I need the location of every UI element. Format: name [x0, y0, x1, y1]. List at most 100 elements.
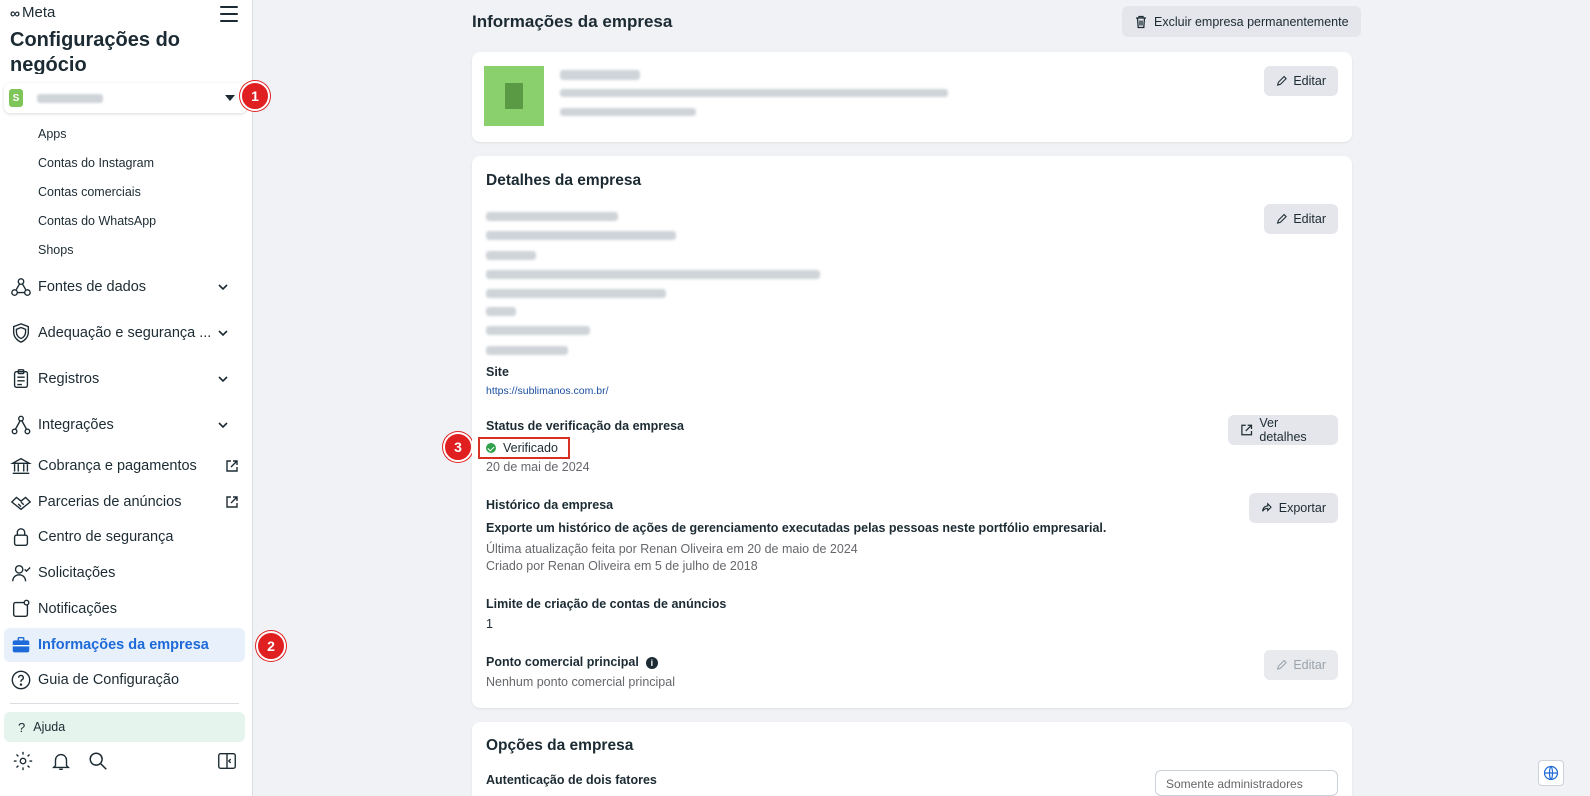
country-blurred	[486, 307, 516, 316]
sidebar-item-compliance[interactable]: Adequação e segurança ...	[4, 316, 245, 350]
options-section-title: Opções da empresa	[486, 737, 634, 754]
edit-business-point-button[interactable]: Editar	[1264, 650, 1338, 680]
sidebar-item-label: Solicitações	[38, 565, 116, 581]
sidebar-item-data-sources[interactable]: Fontes de dados	[4, 270, 245, 304]
annotation-badge-1: 1	[240, 81, 270, 111]
address-line2-blurred	[486, 289, 666, 298]
sidebar-subitem-whatsapp[interactable]: Contas do WhatsApp	[38, 214, 156, 228]
sidebar-subitem-instagram[interactable]: Contas do Instagram	[38, 156, 154, 170]
site-link[interactable]: https://sublimanos.com.br/	[486, 385, 609, 397]
site-label: Site	[486, 365, 509, 379]
address-line-blurred	[486, 270, 820, 279]
bank-icon	[10, 455, 32, 477]
help-icon: ?	[18, 719, 26, 735]
verification-date: 20 de mai de 2024	[486, 460, 590, 474]
sidebar-item-records[interactable]: Registros	[4, 362, 245, 396]
check-circle-icon	[486, 443, 496, 453]
legal-name-value-blurred	[486, 231, 676, 240]
sidebar-item-label: Notificações	[38, 601, 117, 617]
business-name-blurred	[37, 93, 103, 103]
sidebar-item-requests[interactable]: Solicitações	[4, 556, 245, 590]
phone-value-blurred	[486, 346, 568, 355]
two-factor-select[interactable]: Somente administradores	[1155, 770, 1338, 796]
main-business-point-text: Ponto comercial principal	[486, 655, 639, 669]
edit-label: Editar	[1293, 212, 1326, 226]
history-updated: Última atualização feita por Renan Olive…	[486, 542, 858, 556]
pencil-icon	[1276, 213, 1287, 224]
meta-logo[interactable]: ∞ Meta	[10, 4, 55, 21]
sidebar-item-security-center[interactable]: Centro de segurança	[4, 520, 245, 554]
sidebar-item-label: Fontes de dados	[38, 279, 147, 295]
export-button[interactable]: Exportar	[1249, 493, 1338, 523]
gear-icon[interactable]	[12, 750, 34, 772]
legal-name-label-blurred	[486, 212, 618, 221]
view-details-label: Ver detalhes	[1259, 416, 1307, 444]
sidebar-item-label: Guia de Configuração	[38, 672, 180, 688]
verification-status-badge: Verificado	[478, 437, 570, 459]
briefcase-icon	[10, 634, 32, 656]
chevron-down-icon	[218, 284, 228, 291]
business-details-card: Detalhes da empresa Editar Site https://…	[472, 156, 1352, 708]
sidebar-bottom-toolbar	[10, 750, 240, 774]
pencil-icon	[1276, 75, 1287, 86]
view-details-button[interactable]: Ver detalhes	[1228, 415, 1338, 445]
main-business-point-value: Nenhum ponto comercial principal	[486, 675, 675, 689]
panel-toggle-icon[interactable]	[216, 750, 238, 772]
verification-status-label: Status de verificação da empresa	[486, 419, 685, 433]
edit-label: Editar	[1293, 74, 1326, 88]
delete-business-button[interactable]: Excluir empresa permanentemente	[1122, 6, 1361, 37]
question-circle-icon	[10, 669, 32, 691]
history-label: Histórico da empresa	[486, 498, 614, 512]
caret-down-icon	[225, 95, 235, 101]
info-icon[interactable]: i	[645, 656, 658, 669]
sidebar-item-integrations[interactable]: Integrações	[4, 408, 245, 442]
delete-business-label: Excluir empresa permanentemente	[1154, 14, 1349, 29]
chevron-down-icon	[218, 422, 228, 429]
external-link-icon	[226, 460, 238, 472]
ad-account-limit-label: Limite de criação de contas de anúncios	[486, 597, 727, 611]
chevron-down-icon	[218, 330, 228, 337]
trash-icon	[1136, 15, 1146, 28]
sidebar-item-setup-guide[interactable]: Guia de Configuração	[4, 663, 245, 697]
sidebar-item-ad-partnerships[interactable]: Parcerias de anúncios	[4, 485, 245, 519]
pencil-icon	[1276, 659, 1287, 670]
handshake-icon	[10, 491, 32, 513]
external-link-icon	[1241, 424, 1253, 436]
sidebar-item-label: Informações da empresa	[38, 637, 209, 653]
lock-icon	[10, 526, 32, 548]
sidebar-subitem-commercial[interactable]: Contas comerciais	[38, 185, 141, 199]
sidebar-item-label: Parcerias de anúncios	[38, 494, 182, 510]
help-label: Ajuda	[33, 720, 66, 734]
integrations-icon	[10, 414, 32, 436]
sidebar: ∞ Meta Configurações do negócio S Apps C…	[0, 0, 253, 796]
notification-icon	[10, 598, 32, 620]
globe-icon[interactable]	[1538, 760, 1564, 786]
business-name-blurred	[560, 70, 640, 80]
edit-profile-button[interactable]: Editar	[1264, 66, 1338, 96]
business-id-blurred	[560, 89, 948, 97]
business-account-selector[interactable]: S	[4, 83, 247, 113]
chevron-down-icon	[218, 376, 228, 383]
help-button[interactable]: ? Ajuda	[4, 712, 245, 742]
main-title: Informações da empresa	[472, 12, 673, 31]
sidebar-item-notifications[interactable]: Notificações	[4, 592, 245, 626]
search-icon[interactable]	[87, 750, 109, 772]
sidebar-item-billing[interactable]: Cobrança e pagamentos	[4, 449, 245, 483]
main-business-point-label: Ponto comercial principal i	[486, 655, 658, 669]
business-logo	[484, 66, 544, 126]
edit-details-button[interactable]: Editar	[1264, 204, 1338, 234]
bell-icon[interactable]	[50, 750, 72, 772]
sidebar-item-label: Cobrança e pagamentos	[38, 458, 197, 474]
brand-text: Meta	[21, 4, 56, 21]
export-label: Exportar	[1278, 501, 1326, 515]
business-profile-card: Editar	[472, 52, 1352, 142]
sidebar-subitem-apps[interactable]: Apps	[38, 127, 67, 141]
person-check-icon	[10, 562, 32, 584]
external-link-icon	[226, 496, 238, 508]
menu-icon[interactable]	[220, 6, 238, 22]
clipboard-icon	[10, 368, 32, 390]
phone-label-blurred	[486, 326, 590, 335]
address-label-blurred	[486, 251, 536, 260]
sidebar-subitem-shops[interactable]: Shops	[38, 243, 73, 257]
sidebar-item-business-info[interactable]: Informações da empresa	[4, 628, 245, 662]
